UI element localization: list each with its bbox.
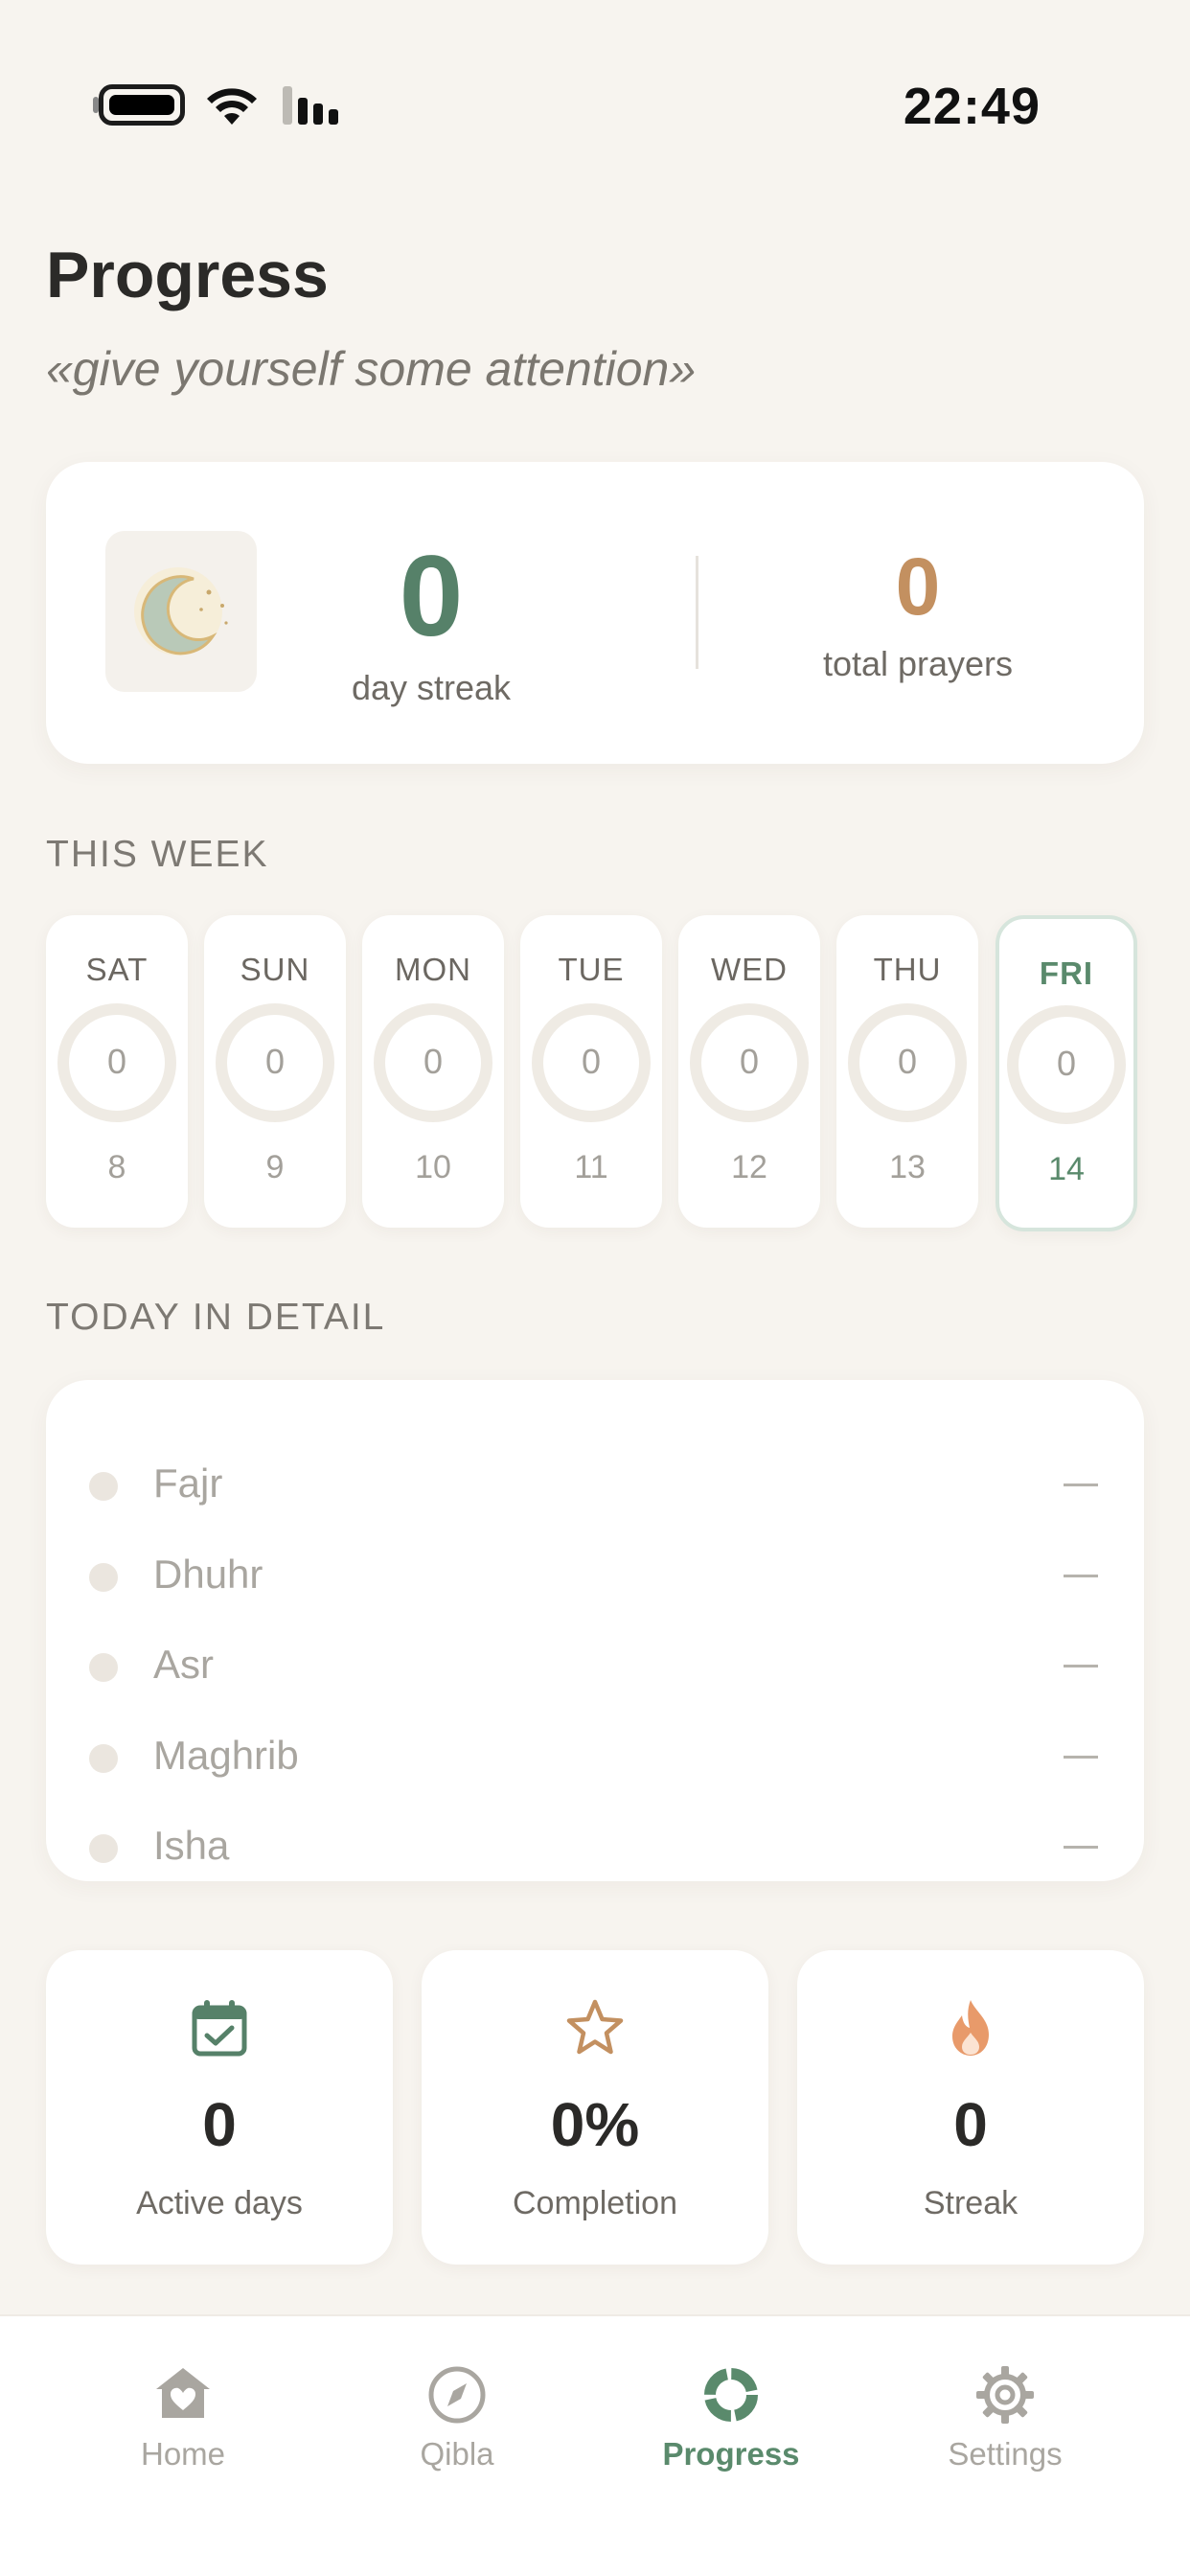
total-prayers-value: 0: [895, 541, 941, 632]
day-prayer-count: 0: [423, 1042, 444, 1081]
tab-home[interactable]: Home: [46, 2316, 320, 2508]
streak-value: 0: [953, 2090, 988, 2159]
day-prayer-count: 0: [1056, 1044, 1077, 1083]
prayer-time-placeholder: [1064, 1756, 1098, 1759]
day-card-wed[interactable]: WED 0 12: [678, 915, 820, 1228]
prayer-time-placeholder: [1064, 1665, 1098, 1668]
prayer-name: Asr: [153, 1642, 214, 1687]
completion-label: Completion: [513, 2185, 677, 2221]
compass-icon: [428, 2366, 486, 2424]
cellular-signal-icon: [283, 86, 338, 125]
stat-card-completion: 0% Completion: [422, 1950, 768, 2265]
tab-label: Progress: [662, 2436, 800, 2472]
streak-label: Streak: [923, 2185, 1018, 2221]
prayer-time-placeholder: [1064, 1846, 1098, 1849]
status-bar: 22:49: [0, 0, 1190, 211]
day-prayer-count: 0: [264, 1042, 286, 1081]
tab-bar: Home Qibla Progress Settings: [0, 2314, 1190, 2576]
day-card-thu[interactable]: THU 0 13: [836, 915, 978, 1228]
gear-icon: [976, 2366, 1034, 2424]
flame-icon: [952, 2000, 989, 2056]
completion-value: 0%: [550, 2090, 640, 2159]
prayer-row-asr[interactable]: Asr: [46, 1628, 1144, 1705]
day-name: FRI: [1039, 955, 1094, 991]
prayer-row-isha[interactable]: Isha: [46, 1809, 1144, 1886]
prayer-time-placeholder: [1064, 1575, 1098, 1577]
day-date: 14: [1048, 1151, 1085, 1187]
day-prayer-count: 0: [739, 1042, 760, 1081]
prayer-name: Fajr: [153, 1460, 223, 1506]
home-heart-icon: [156, 2368, 210, 2418]
page-subtitle: «give yourself some attention»: [46, 342, 697, 396]
day-streak-value: 0: [399, 532, 464, 660]
day-date: 12: [731, 1149, 767, 1185]
prayer-row-dhuhr[interactable]: Dhuhr: [46, 1538, 1144, 1615]
tab-settings[interactable]: Settings: [868, 2316, 1142, 2508]
tab-qibla[interactable]: Qibla: [320, 2316, 594, 2508]
day-prayer-count: 0: [897, 1042, 918, 1081]
crescent-moon-icon: [105, 531, 257, 692]
day-name: SAT: [85, 952, 149, 987]
day-streak-label: day streak: [351, 668, 512, 707]
prayer-time-placeholder: [1064, 1484, 1098, 1486]
prayer-row-maghrib[interactable]: Maghrib: [46, 1719, 1144, 1796]
tab-progress[interactable]: Progress: [594, 2316, 868, 2508]
prayer-status-dot: [89, 1472, 118, 1501]
day-name: SUN: [240, 952, 310, 987]
day-name: TUE: [558, 952, 625, 987]
day-name: MON: [395, 952, 471, 987]
active-days-value: 0: [202, 2090, 237, 2159]
day-date: 13: [889, 1149, 926, 1185]
tab-label: Home: [140, 2436, 226, 2472]
summary-card: 0 day streak 0 total prayers: [46, 462, 1144, 764]
prayer-name: Maghrib: [153, 1733, 299, 1778]
total-prayers-label: total prayers: [822, 644, 1014, 683]
day-name: THU: [873, 952, 942, 987]
day-name: WED: [711, 952, 788, 987]
prayer-status-dot: [89, 1653, 118, 1682]
battery-icon: [99, 84, 185, 126]
prayer-row-fajr[interactable]: Fajr: [46, 1447, 1144, 1524]
star-icon: [566, 1999, 624, 2055]
stat-card-streak: 0 Streak: [797, 1950, 1144, 2265]
stat-card-active-days: 0 Active days: [46, 1950, 393, 2265]
calendar-check-icon: [192, 2000, 247, 2057]
prayer-status-dot: [89, 1834, 118, 1863]
day-card-sun[interactable]: SUN 0 9: [204, 915, 346, 1228]
progress-ring-icon: [704, 2368, 758, 2422]
day-date: 11: [574, 1149, 608, 1185]
day-date: 9: [265, 1149, 285, 1185]
today-detail-heading: TODAY IN DETAIL: [46, 1297, 386, 1338]
day-card-sat[interactable]: SAT 0 8: [46, 915, 188, 1228]
prayer-name: Dhuhr: [153, 1552, 263, 1597]
day-card-tue[interactable]: TUE 0 11: [520, 915, 662, 1228]
day-card-mon[interactable]: MON 0 10: [362, 915, 504, 1228]
day-prayer-count: 0: [581, 1042, 602, 1081]
day-date: 8: [107, 1149, 126, 1185]
tab-label: Qibla: [420, 2436, 494, 2472]
wifi-icon: [207, 88, 257, 125]
day-date: 10: [415, 1149, 451, 1185]
prayer-name: Isha: [153, 1823, 230, 1868]
status-time: 22:49: [903, 78, 1041, 135]
page-title: Progress: [46, 239, 329, 311]
day-card-fri-today[interactable]: FRI 0 14: [995, 915, 1137, 1231]
today-detail-card: Fajr Dhuhr Asr Maghrib Isha: [46, 1380, 1144, 1881]
active-days-label: Active days: [136, 2185, 303, 2221]
day-prayer-count: 0: [106, 1042, 127, 1081]
tab-label: Settings: [948, 2436, 1063, 2472]
this-week-heading: THIS WEEK: [46, 834, 269, 875]
prayer-status-dot: [89, 1563, 118, 1592]
summary-divider: [696, 556, 698, 669]
prayer-status-dot: [89, 1744, 118, 1773]
